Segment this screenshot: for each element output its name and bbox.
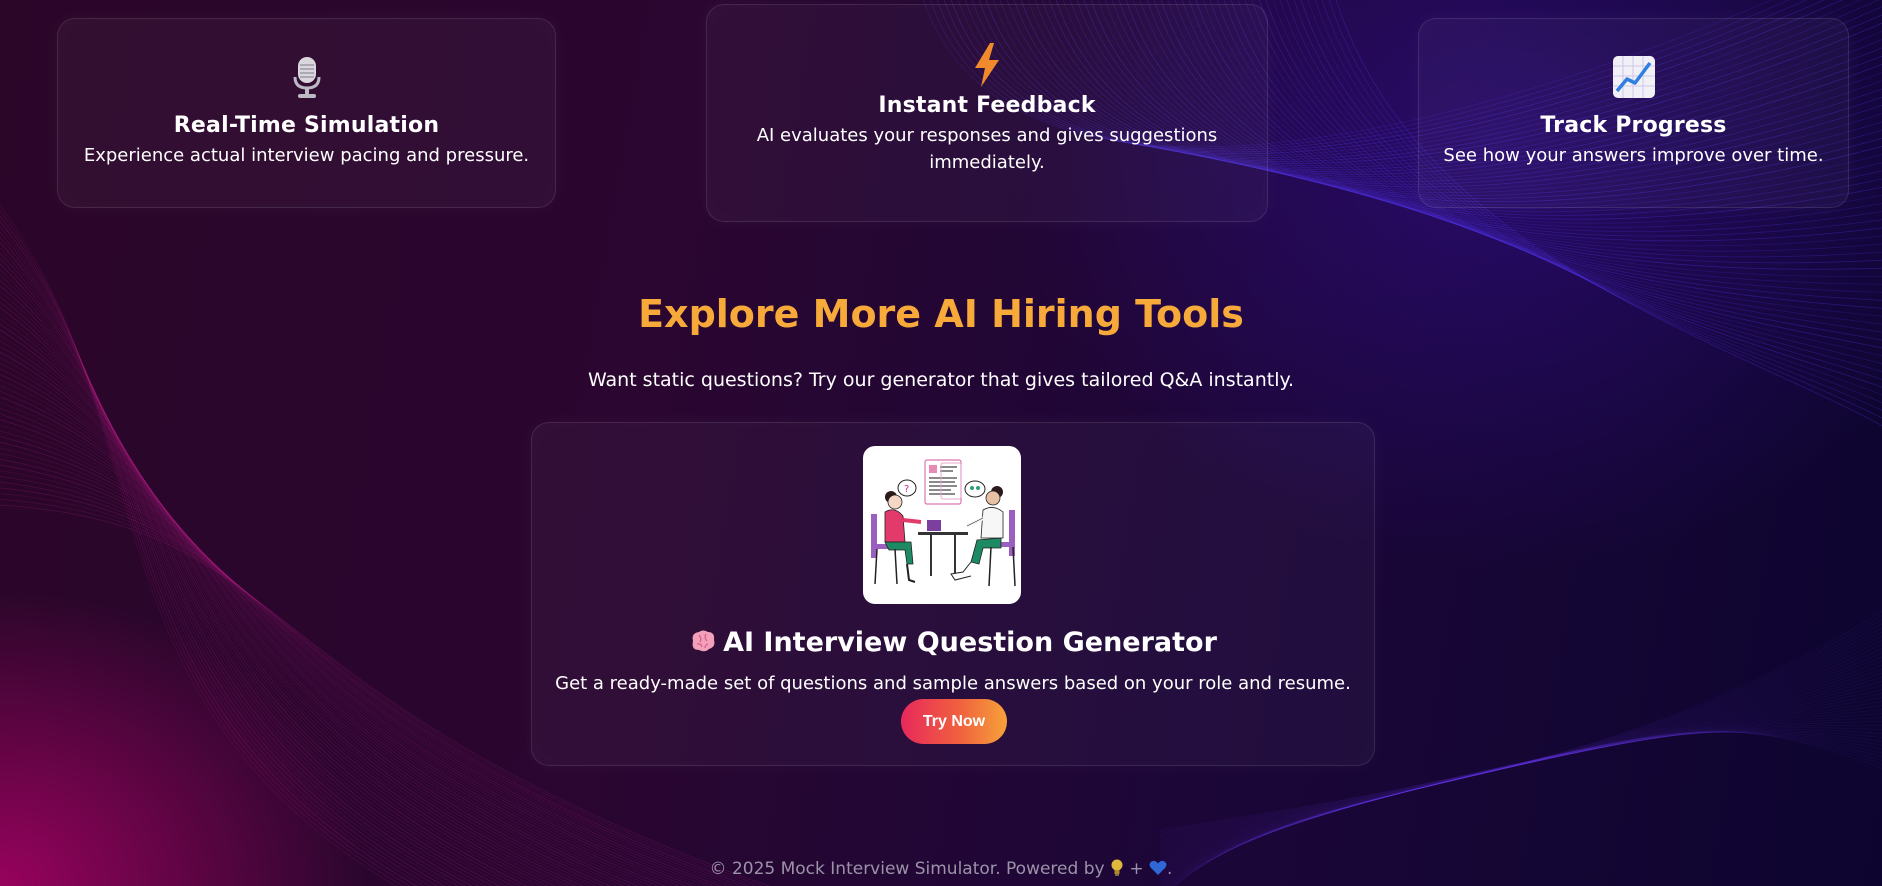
lightbulb-icon xyxy=(1111,859,1123,876)
tool-title-text: AI Interview Question Generator xyxy=(723,627,1217,658)
footer: © 2025 Mock Interview Simulator. Powered… xyxy=(0,859,1882,879)
feature-title: Real-Time Simulation xyxy=(173,113,440,138)
footer-text: © 2025 Mock Interview Simulator. Powered… xyxy=(709,859,1105,879)
feature-card-instant-feedback: Instant Feedback AI evaluates your respo… xyxy=(706,4,1268,222)
feature-description: See how your answers improve over time. xyxy=(1443,145,1824,166)
tool-card-title: AI Interview Question Generator xyxy=(532,627,1374,658)
feature-description: Experience actual interview pacing and p… xyxy=(83,145,530,166)
blue-heart-icon xyxy=(1149,860,1167,875)
explore-section-subtitle: Want static questions? Try our generator… xyxy=(587,369,1295,391)
chart-increasing-icon xyxy=(1612,56,1655,98)
tool-card-question-generator: ? AI Interview Question Generator Get a … xyxy=(531,422,1375,766)
feature-description: AI evaluates your responses and gives su… xyxy=(756,125,1218,173)
footer-plus: + xyxy=(1129,859,1144,879)
footer-end: . xyxy=(1167,859,1173,879)
interview-illustration: ? xyxy=(863,446,1021,604)
svg-text:?: ? xyxy=(904,484,909,495)
feature-card-track-progress: Track Progress See how your answers impr… xyxy=(1418,18,1849,208)
microphone-icon xyxy=(293,57,320,98)
feature-title: Instant Feedback xyxy=(878,93,1096,118)
brain-icon xyxy=(692,630,715,652)
feature-card-real-time-simulation: Real-Time Simulation Experience actual i… xyxy=(57,18,556,208)
feature-title: Track Progress xyxy=(1540,113,1727,138)
lightning-icon xyxy=(975,43,999,87)
explore-section-title: Explore More AI Hiring Tools xyxy=(638,292,1244,336)
tool-card-description: Get a ready-made set of questions and sa… xyxy=(555,673,1351,694)
try-now-button[interactable]: Try Now xyxy=(901,699,1007,744)
